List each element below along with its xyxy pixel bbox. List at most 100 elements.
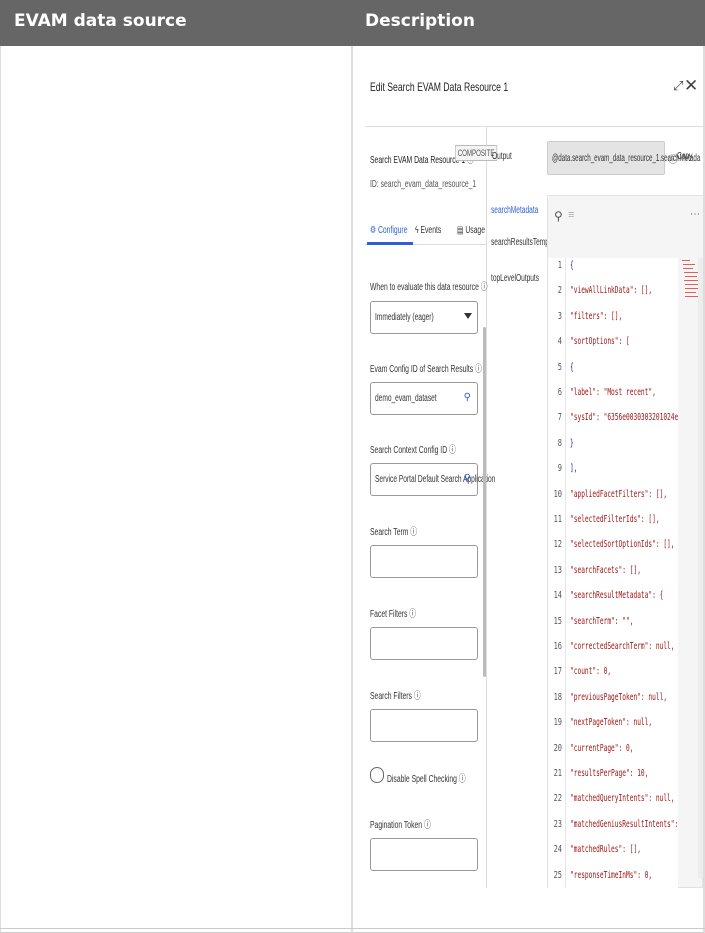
line-number: 18	[553, 691, 562, 703]
line-number: 5	[557, 361, 562, 373]
code-text: "resultsPerPage": 10,	[570, 768, 649, 779]
code-line: 8 }	[548, 438, 678, 464]
line-number: 1	[557, 260, 562, 271]
table-header: EVAM data source Description	[0, 0, 705, 46]
ui-screenshot: Edit Search EVAM Data Resource 1 ⤢ ✕ Sea…	[365, 48, 703, 888]
code-area[interactable]: 1{2 "viewAllLinkData": [], 3 "filters": [],…	[548, 258, 678, 888]
line-number: 6	[557, 387, 562, 398]
search-icon[interactable]: ⚲	[464, 392, 471, 403]
line-number: 21	[553, 768, 562, 779]
list-item-top-level-outputs[interactable]: topLevelOutputs	[491, 273, 539, 284]
line-number: 9	[557, 463, 562, 475]
code-line: 6 "label": "Most recent",	[548, 387, 678, 413]
output-path-field[interactable]: @data.search_evam_data_resource_1.search…	[547, 141, 700, 175]
when-to-evaluate-select[interactable]: Immediately (eager)	[370, 301, 478, 334]
line-number: 23	[553, 818, 562, 830]
line-number: 2	[557, 285, 562, 297]
code-line: 3 "filters": [],	[548, 311, 678, 337]
code-line: 24 "matchedRules": [],	[548, 844, 678, 870]
code-line: 20 "currentPage": 0,	[548, 743, 678, 769]
code-line: 18 "previousPageToken": null,	[548, 692, 678, 718]
search-context-input[interactable]: Service Portal Default Search Applicatio…	[370, 463, 495, 496]
code-line: 25 "responseTimeInMs": 0,	[548, 870, 678, 888]
code-line: 15 "searchTerm": "",	[548, 616, 678, 642]
code-text: "sysId": "6356e0030303201024e8b7f	[570, 412, 678, 424]
code-text: "previousPageToken": null,	[570, 691, 668, 703]
json-toolbar: ⚲ ≡ ⋯	[548, 196, 703, 258]
scrollbar[interactable]	[698, 258, 703, 878]
search-term-input[interactable]	[370, 545, 478, 578]
copy-button[interactable]: Copy	[677, 151, 692, 162]
tab-configure[interactable]: ⚙ Configure	[370, 225, 407, 236]
search-icon[interactable]: ⚲	[464, 473, 471, 484]
tab-events[interactable]: ϟ Events	[415, 225, 441, 236]
list-item-search-metadata[interactable]: searchMetadata	[491, 205, 538, 216]
facet-filters-label: Facet Filters ⓘ	[370, 609, 417, 620]
resource-id: ID: search_evam_data_resource_1	[370, 179, 477, 190]
line-number: 3	[557, 310, 562, 322]
search-icon[interactable]: ⚲	[554, 209, 563, 223]
pagination-token-input[interactable]	[370, 838, 478, 871]
code-text: "count": 0,	[570, 666, 612, 678]
column-divider	[351, 46, 353, 933]
modal-title: Edit Search EVAM Data Resource 1	[370, 80, 509, 94]
code-text: "filters": [],	[570, 310, 623, 322]
disable-spell-toggle[interactable]	[370, 767, 384, 783]
code-text: "responseTimeInMs": 0,	[570, 869, 653, 881]
code-line: 21 "resultsPerPage": 10,	[548, 768, 678, 794]
code-text: "appliedFacetFilters": [],	[570, 488, 668, 500]
line-number: 17	[553, 666, 562, 678]
when-to-evaluate-label: When to evaluate this data resource ⓘ	[370, 282, 488, 293]
code-text: "searchResultMetadata": {	[570, 590, 664, 602]
code-text: "currentPage": 0,	[570, 742, 634, 754]
facet-filters-input[interactable]	[370, 627, 478, 660]
evam-data-source-header: EVAM data source	[14, 11, 187, 31]
config-tabs: ⚙ Configure ϟ Events ▤ Usage	[365, 217, 487, 245]
output-viewer: @data.search_evam_data_resource_1.search…	[545, 127, 703, 888]
code-text: {	[570, 260, 574, 271]
code-text: "searchTerm": "",	[570, 615, 634, 627]
code-line: 14 "searchResultMetadata": {	[548, 590, 678, 616]
line-number: 11	[553, 514, 562, 525]
code-text: "matchedGeniusResultIntents": null,	[570, 818, 678, 830]
code-line: 9],	[548, 463, 678, 489]
json-viewer: ⚲ ≡ ⋯ 1{2 "viewAllLinkData": [], 3 "filters…	[547, 195, 703, 888]
close-icon[interactable]: ✕	[684, 76, 698, 96]
code-line: 13 "searchFacets": [],	[548, 565, 678, 591]
disable-spell-label: Disable Spell Checking ⓘ	[387, 774, 466, 785]
line-number: 4	[557, 336, 562, 348]
code-line: 22 "matchedQueryIntents": null,	[548, 793, 678, 819]
line-number: 20	[553, 742, 562, 754]
code-line: 17 "count": 0,	[548, 666, 678, 692]
line-number: 25	[553, 869, 562, 881]
code-line: 23 "matchedGeniusResultIntents": null,	[548, 819, 678, 845]
line-number: 12	[553, 539, 562, 551]
description-header: Description	[365, 11, 475, 31]
lines-icon[interactable]: ≡	[568, 209, 574, 221]
search-filters-input[interactable]	[370, 709, 478, 742]
code-line: 11 "selectedFilterIds": [],	[548, 514, 678, 540]
code-line: 4 "sortOptions": [	[548, 336, 678, 362]
code-text: "nextPageToken": null,	[570, 717, 653, 729]
code-text: "matchedQueryIntents": null,	[570, 793, 675, 805]
line-number: 22	[553, 793, 562, 805]
code-line: 12 "selectedSortOptionIds": [],	[548, 539, 678, 565]
expand-icon[interactable]: ⤢	[673, 78, 683, 94]
evam-config-input[interactable]: demo_evam_dataset ⚲	[370, 382, 478, 415]
code-text: "matchedRules": [],	[570, 844, 641, 856]
line-number: 10	[553, 488, 562, 500]
code-line: 1{	[548, 260, 678, 286]
code-text: "viewAllLinkData": [],	[570, 285, 653, 297]
code-text: {	[570, 361, 574, 373]
search-filters-label: Search Filters ⓘ	[370, 691, 421, 702]
search-context-value: Service Portal Default Search Applicatio…	[375, 474, 496, 485]
more-icon[interactable]: ⋯	[690, 209, 700, 220]
code-text: "selectedFilterIds": [],	[570, 514, 660, 525]
code-line: 2 "viewAllLinkData": [],	[548, 285, 678, 311]
scrollbar[interactable]	[483, 327, 486, 677]
chevron-down-icon	[464, 313, 472, 319]
line-number: 13	[553, 564, 562, 576]
code-line: 5 {	[548, 362, 678, 388]
tab-usage[interactable]: ▤ Usage	[457, 225, 485, 236]
output-list: Output searchMetadata searchResultsTempl…	[488, 127, 563, 888]
